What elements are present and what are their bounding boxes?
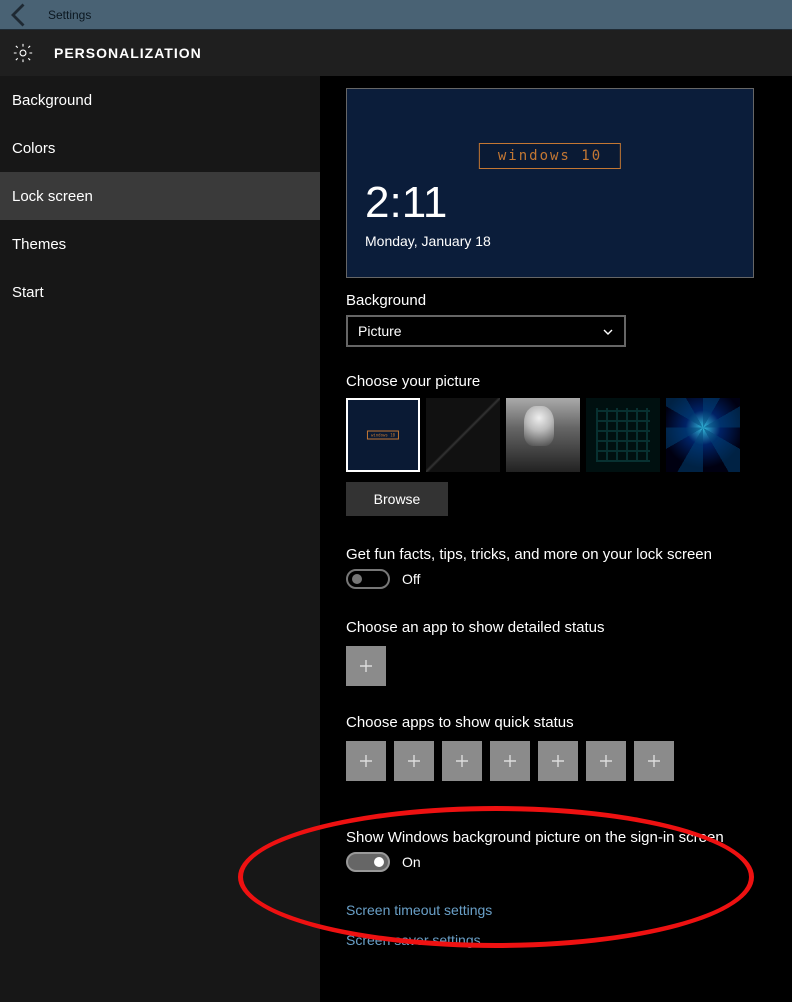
picture-thumb[interactable]: windows 10 <box>346 398 420 472</box>
sidebar-item-label: Lock screen <box>12 188 93 205</box>
dropdown-value: Picture <box>358 323 402 339</box>
picture-thumb[interactable] <box>586 398 660 472</box>
preview-date: Monday, January 18 <box>365 233 735 249</box>
picture-thumb[interactable] <box>666 398 740 472</box>
sidebar-item-start[interactable]: Start <box>0 268 320 316</box>
gear-icon <box>12 42 34 64</box>
page-title: PERSONALIZATION <box>54 45 202 61</box>
background-label: Background <box>346 292 770 309</box>
lock-screen-preview: windows 10 2:11 Monday, January 18 <box>346 88 754 278</box>
detailed-status-slot[interactable] <box>346 646 386 686</box>
show-bg-signin-toggle[interactable] <box>346 852 390 872</box>
browse-button[interactable]: Browse <box>346 482 448 516</box>
plus-icon <box>598 753 614 769</box>
back-arrow-icon[interactable] <box>6 1 34 29</box>
background-dropdown[interactable]: Picture <box>346 315 626 347</box>
main-content: windows 10 2:11 Monday, January 18 Backg… <box>320 76 792 1002</box>
show-bg-signin-state: On <box>402 854 421 870</box>
titlebar: Settings <box>0 0 792 30</box>
quick-status-slot[interactable] <box>634 741 674 781</box>
show-bg-signin-label: Show Windows background picture on the s… <box>346 829 770 846</box>
chevron-down-icon <box>602 325 614 337</box>
sidebar-item-label: Themes <box>12 236 66 253</box>
quick-status-slots <box>346 741 770 781</box>
quick-status-slot[interactable] <box>538 741 578 781</box>
sidebar: Background Colors Lock screen Themes Sta… <box>0 76 320 1002</box>
sidebar-item-lock-screen[interactable]: Lock screen <box>0 172 320 220</box>
plus-icon <box>358 753 374 769</box>
sidebar-item-label: Start <box>12 284 44 301</box>
quick-status-label: Choose apps to show quick status <box>346 714 770 731</box>
fun-facts-label: Get fun facts, tips, tricks, and more on… <box>346 546 770 563</box>
plus-icon <box>550 753 566 769</box>
picture-thumb[interactable] <box>426 398 500 472</box>
window-title: Settings <box>48 8 91 22</box>
header: PERSONALIZATION <box>0 30 792 76</box>
plus-icon <box>406 753 422 769</box>
plus-icon <box>646 753 662 769</box>
quick-status-slot[interactable] <box>586 741 626 781</box>
screen-timeout-link[interactable]: Screen timeout settings <box>346 902 770 918</box>
sidebar-item-themes[interactable]: Themes <box>0 220 320 268</box>
picture-thumb[interactable] <box>506 398 580 472</box>
quick-status-slot[interactable] <box>490 741 530 781</box>
quick-status-slot[interactable] <box>442 741 482 781</box>
quick-status-slot[interactable] <box>394 741 434 781</box>
quick-status-slot[interactable] <box>346 741 386 781</box>
picture-thumbnails: windows 10 <box>346 398 770 472</box>
sidebar-item-label: Colors <box>12 140 55 157</box>
fun-facts-state: Off <box>402 571 420 587</box>
sidebar-item-colors[interactable]: Colors <box>0 124 320 172</box>
preview-time: 2:11 <box>365 181 735 225</box>
preview-logo: windows 10 <box>479 143 621 169</box>
plus-icon <box>454 753 470 769</box>
browse-button-label: Browse <box>374 491 421 507</box>
screen-saver-link[interactable]: Screen saver settings <box>346 932 770 948</box>
choose-picture-label: Choose your picture <box>346 373 770 390</box>
detailed-status-label: Choose an app to show detailed status <box>346 619 770 636</box>
fun-facts-toggle[interactable] <box>346 569 390 589</box>
sidebar-item-background[interactable]: Background <box>0 76 320 124</box>
sidebar-item-label: Background <box>12 92 92 109</box>
plus-icon <box>358 658 374 674</box>
plus-icon <box>502 753 518 769</box>
